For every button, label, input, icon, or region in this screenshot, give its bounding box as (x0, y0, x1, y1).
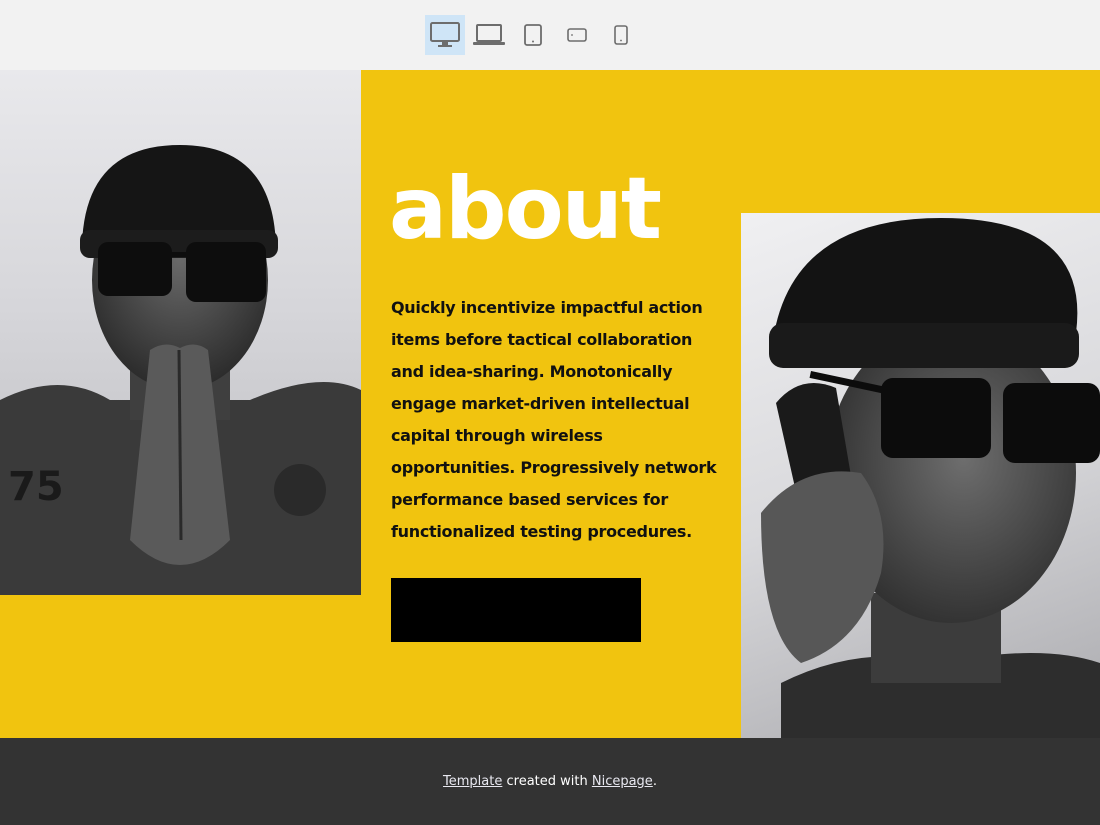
laptop-icon (473, 24, 505, 45)
left-portrait-image: 75 (0, 70, 361, 595)
tablet-icon (524, 24, 542, 46)
svg-text:75: 75 (8, 464, 64, 510)
nicepage-link[interactable]: Nicepage (592, 774, 653, 789)
phone-portrait-view-button[interactable] (607, 15, 635, 55)
laptop-view-button[interactable] (471, 15, 507, 55)
footer-end-text: . (652, 774, 657, 789)
desktop-view-button[interactable] (425, 15, 465, 55)
right-portrait-image (741, 213, 1100, 738)
right-portrait-illustration (761, 218, 1100, 738)
phone-portrait-icon (614, 25, 628, 45)
tablet-view-button[interactable] (519, 15, 547, 55)
template-link[interactable]: Template (443, 774, 502, 789)
about-title: about (389, 159, 662, 259)
about-section: 75 about Quickly incentivize impactful a… (0, 70, 1100, 738)
desktop-icon (430, 22, 460, 47)
footer-middle-text: created with (502, 774, 592, 789)
device-toolbar (0, 0, 1100, 70)
footer-credit: Template created with Nicepage. (443, 774, 657, 789)
learn-more-button[interactable] (391, 578, 641, 642)
phone-landscape-view-button[interactable] (563, 15, 591, 55)
about-body-text: Quickly incentivize impactful action ite… (391, 298, 717, 541)
phone-landscape-icon (567, 28, 587, 42)
footer: Template created with Nicepage. (0, 738, 1100, 825)
left-portrait-illustration: 75 (0, 145, 361, 595)
